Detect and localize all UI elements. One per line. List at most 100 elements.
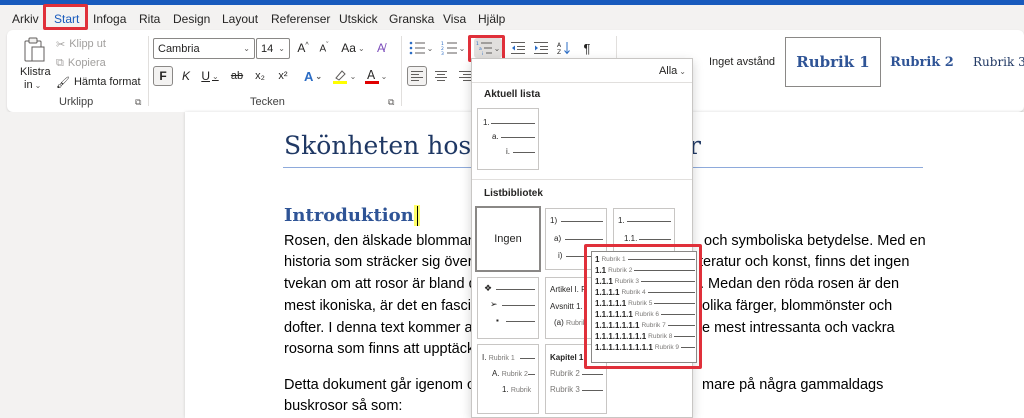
- preview-row: 1.1 Rubrik 2: [595, 265, 695, 275]
- preview-row: 1.1.1.1.1.1.1 Rubrik 7: [595, 320, 695, 330]
- strikethrough-button[interactable]: ab: [227, 66, 247, 86]
- pilcrow-icon: ¶: [583, 40, 591, 56]
- paragraph-line: e mest intressanta och vackra: [702, 320, 895, 336]
- svg-text:3: 3: [441, 51, 444, 55]
- cut-button[interactable]: ✂ Klipp ut: [56, 35, 136, 53]
- change-case-button[interactable]: Aa ⌄: [338, 38, 368, 58]
- preview-row: 1.1.1.1.1.1.1.1 Rubrik 8: [595, 331, 695, 341]
- format-painter-button[interactable]: 🖌 Hämta format: [56, 73, 146, 91]
- paragraph-line: och symboliska betydelse. Med en: [704, 233, 926, 249]
- font-name-combo[interactable]: Cambria ⌄: [153, 38, 255, 59]
- paste-label-2: in ⌄: [24, 79, 42, 91]
- preview-row: 1.1.1.1 Rubrik 4: [595, 287, 695, 297]
- section-list-library: Listbibliotek: [484, 188, 543, 199]
- tab-rita[interactable]: Rita: [139, 12, 160, 26]
- tile-roman-list[interactable]: I. Rubrik 1 A. Rubrik 2 1. Rubrik: [477, 344, 539, 414]
- underline-button[interactable]: U ⌄: [197, 66, 223, 86]
- paste-button[interactable]: [15, 35, 53, 65]
- text-effects-button[interactable]: A ⌄: [300, 66, 326, 86]
- filter-dropdown[interactable]: Alla ⌄: [659, 65, 686, 77]
- decrease-indent-button[interactable]: [508, 38, 528, 58]
- numbered-list-icon: 123: [441, 41, 457, 55]
- increase-indent-button[interactable]: [531, 38, 551, 58]
- tab-start[interactable]: Start: [54, 12, 80, 29]
- multilevel-list-button[interactable]: 1 a i ⌄: [474, 38, 502, 58]
- superscript-button[interactable]: x²: [273, 66, 293, 86]
- text-cursor-highlight: [413, 205, 420, 226]
- paragraph-line: olika färger, blommönster och: [702, 298, 893, 314]
- align-right-icon: [459, 71, 471, 81]
- arrow-bullet-icon: ➢: [490, 299, 498, 309]
- paragraph-line: historia som sträcker sig över: [284, 254, 473, 270]
- show-formatting-button[interactable]: ¶: [577, 38, 597, 58]
- document-title[interactable]: Skönheten hos r: [284, 131, 701, 160]
- paragraph-line: tvekan om att rosor är bland d: [284, 276, 477, 292]
- tab-design[interactable]: Design: [173, 12, 210, 26]
- tab-layout[interactable]: Layout: [222, 12, 258, 26]
- font-color-button[interactable]: A ⌄: [362, 66, 390, 86]
- highlighter-icon: [332, 68, 348, 84]
- sort-button[interactable]: AZ: [554, 38, 574, 58]
- align-left-button[interactable]: [407, 66, 427, 86]
- preview-row: 1.1.1 Rubrik 3: [595, 276, 695, 286]
- paragraph-line: mest ikoniska, är det en fascin: [284, 298, 480, 314]
- grow-font-button[interactable]: A^: [293, 38, 313, 58]
- group-separator: [148, 36, 149, 106]
- svg-text:A: A: [367, 68, 376, 82]
- section-current-list: Aktuell lista: [484, 89, 541, 100]
- copy-button[interactable]: ⧉ Kopiera: [56, 54, 136, 72]
- style-rubrik-3[interactable]: Rubrik 3: [973, 37, 1024, 87]
- tab-hjalp[interactable]: Hjälp: [478, 12, 505, 26]
- tab-referenser[interactable]: Referenser: [271, 12, 330, 26]
- chevron-down-icon: ⌄: [278, 44, 285, 53]
- align-center-button[interactable]: [431, 66, 451, 86]
- bold-button[interactable]: F: [153, 66, 173, 86]
- paragraph-line: Rosen, den älskade blomman: [284, 233, 476, 249]
- paragraph-line: . Medan den röda rosen är den: [700, 276, 900, 292]
- numbering-button[interactable]: 1 2 3 ⌄: [439, 38, 467, 58]
- list-preview-tile[interactable]: 1 Rubrik 1 1.1 Rubrik 2 1.1.1 Rubrik 3 1.1.…: [591, 251, 697, 363]
- svg-text:i: i: [482, 51, 483, 55]
- tab-granska[interactable]: Granska: [389, 12, 434, 26]
- style-rubrik-2[interactable]: Rubrik 2: [885, 37, 959, 87]
- tab-arkiv[interactable]: Arkiv: [12, 12, 39, 26]
- font-group-label: Tecken: [250, 96, 285, 108]
- shrink-font-icon: Aˇ: [319, 41, 329, 55]
- chevron-down-icon: ⌄: [243, 44, 250, 53]
- paragraph-line: teratur och konst, finns det ingen: [699, 254, 910, 270]
- shrink-font-button[interactable]: Aˇ: [314, 38, 334, 58]
- increase-indent-icon: [534, 42, 548, 54]
- paragraph-line: buskrosor så som:: [284, 398, 403, 414]
- text-effects-icon: A: [303, 68, 314, 84]
- tab-visa[interactable]: Visa: [443, 12, 466, 26]
- text-caret: [416, 206, 418, 226]
- paragraph-line: mare på några gammaldags: [702, 377, 884, 393]
- paragraph-line: rosorna som finns att upptäck: [284, 341, 475, 357]
- clear-formatting-icon: A̸: [376, 41, 385, 55]
- tab-infoga[interactable]: Infoga: [93, 12, 126, 26]
- font-dialog-launcher-icon[interactable]: ⧉: [388, 97, 394, 108]
- scissors-icon: ✂: [56, 38, 66, 51]
- preview-row: 1 Rubrik 1: [595, 254, 695, 264]
- bullets-button[interactable]: ⌄: [407, 38, 435, 58]
- clear-formatting-button[interactable]: A̸: [371, 38, 391, 58]
- align-center-icon: [435, 71, 447, 81]
- tile-bullet-list[interactable]: ❖ ➢ ▪: [477, 277, 539, 339]
- tile-none[interactable]: Ingen: [475, 206, 541, 272]
- copy-icon: ⧉: [56, 56, 64, 69]
- heading-introduktion[interactable]: Introduktion: [284, 205, 420, 226]
- clipboard-dialog-launcher-icon[interactable]: ⧉: [135, 97, 141, 108]
- paste-label: Klistra: [20, 66, 51, 78]
- style-rubrik-1[interactable]: Rubrik 1: [785, 37, 881, 87]
- svg-text:A: A: [557, 42, 562, 49]
- subscript-button[interactable]: x₂: [250, 66, 270, 86]
- tile-current-list[interactable]: 1. a. i.: [477, 108, 539, 170]
- align-left-icon: [411, 71, 423, 81]
- tab-utskick[interactable]: Utskick: [339, 12, 378, 26]
- square-bullet-icon: ▪: [496, 316, 499, 325]
- font-size-combo[interactable]: 14 ⌄: [256, 38, 290, 59]
- clipboard-group-label: Urklipp: [59, 96, 94, 108]
- italic-button[interactable]: K: [177, 66, 195, 86]
- highlight-color-button[interactable]: ⌄: [330, 66, 358, 86]
- menu-bar: Arkiv Start Infoga Rita Design Layout Re…: [0, 5, 1024, 30]
